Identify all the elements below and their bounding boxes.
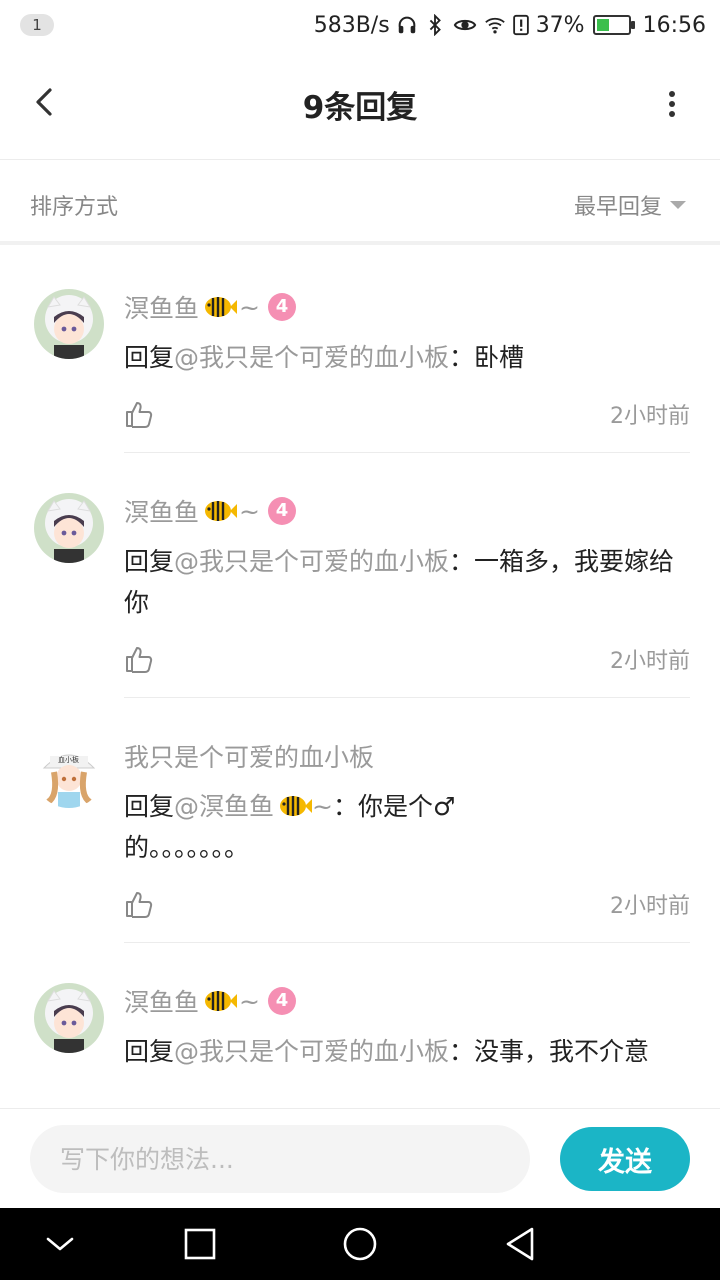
avatar[interactable]: 血小板 (34, 738, 104, 808)
thumbs-up-icon[interactable] (124, 644, 154, 674)
thumbs-up-icon[interactable] (124, 889, 154, 919)
reply-content: 回复@溟鱼鱼 ~：你是个♂ 的。。。。。。。 (124, 786, 690, 868)
avatar[interactable] (34, 289, 104, 359)
comment-input[interactable] (30, 1125, 530, 1193)
thumbs-up-icon[interactable] (124, 399, 154, 429)
reply-username[interactable]: 溟鱼鱼 ~ 4 (124, 981, 690, 1021)
username-text: 我只是个可爱的血小板 (124, 743, 375, 772)
fish-emoji-icon (280, 796, 313, 816)
reply-prefix: 回复 (124, 1037, 175, 1066)
sort-label: 排序方式 (30, 195, 119, 220)
reply-username[interactable]: 溟鱼鱼 ~ 4 (124, 287, 690, 327)
reply-time: 2小时前 (610, 404, 690, 429)
svg-text:血小板: 血小板 (58, 755, 79, 764)
mention-link[interactable]: @我只是个可爱的血小板 (174, 343, 449, 372)
reply-text-line1: 你是个♂ (358, 792, 456, 821)
sort-value: 最早回复 (573, 195, 662, 220)
more-vertical-icon[interactable] (662, 86, 682, 126)
status-bar: 1 583B/s 37% 16:56 (0, 0, 720, 50)
reply-list[interactable]: 溟鱼鱼 ~ 4 回复@我只是个可爱的血小板：卧槽 2小时前 溟鱼鱼 ~ 4 回复… (0, 249, 720, 1107)
username-suffix: ~ (239, 496, 260, 526)
chevron-down-icon[interactable] (40, 1224, 80, 1264)
eye-icon (453, 19, 476, 31)
fish-emoji-icon (205, 297, 238, 317)
reply-content: 回复@我只是个可爱的血小板：一箱多，我要嫁给你 (124, 541, 690, 623)
reply-item: 溟鱼鱼 ~ 4 回复@我只是个可爱的血小板：没事，我不介意 (0, 943, 720, 1072)
recent-apps-icon[interactable] (180, 1224, 220, 1264)
avatar[interactable] (34, 493, 104, 563)
net-speed: 583B/s (313, 12, 390, 38)
sort-bar: 排序方式 最早回复 (0, 161, 720, 245)
reply-prefix: 回复 (124, 792, 175, 821)
reply-colon: ： (449, 343, 475, 372)
reply-text: 没事，我不介意 (474, 1037, 650, 1066)
reply-username[interactable]: 溟鱼鱼 ~ 4 (124, 491, 690, 531)
reply-content: 回复@我只是个可爱的血小板：卧槽 (124, 337, 690, 378)
sort-dropdown[interactable]: 最早回复 (574, 189, 686, 221)
reply-meta: 2小时前 (124, 884, 690, 924)
reply-item: 溟鱼鱼 ~ 4 回复@我只是个可爱的血小板：卧槽 2小时前 (0, 249, 720, 453)
reply-text-line2: 的。。。。。。。 (124, 833, 250, 862)
back-triangle-icon[interactable] (500, 1224, 540, 1264)
reply-text: 卧槽 (474, 343, 525, 372)
avatar[interactable] (34, 983, 104, 1053)
mention-link[interactable]: @我只是个可爱的血小板 (174, 547, 449, 576)
level-badge: 4 (267, 293, 296, 321)
username-suffix: ~ (239, 986, 260, 1016)
reply-colon: ： (332, 792, 358, 821)
page-title: 9条回复 (302, 90, 418, 126)
alert-icon (512, 14, 529, 36)
comment-input-bar: 发送 (0, 1108, 720, 1208)
reply-prefix: 回复 (124, 343, 175, 372)
clock: 16:56 (642, 12, 706, 38)
reply-colon: ： (449, 1037, 475, 1066)
username-text: 溟鱼鱼 (124, 988, 200, 1017)
reply-colon: ： (449, 547, 475, 576)
reply-time: 2小时前 (610, 649, 690, 674)
battery-icon (592, 15, 635, 35)
home-icon[interactable] (340, 1224, 380, 1264)
status-bar-right: 583B/s 37% 16:56 (314, 0, 706, 50)
system-nav-bar (0, 1208, 720, 1280)
battery-percent: 37% (535, 12, 585, 38)
fish-emoji-icon (205, 991, 238, 1011)
reply-meta: 2小时前 (124, 639, 690, 679)
level-badge: 4 (267, 497, 296, 525)
reply-item: 溟鱼鱼 ~ 4 回复@我只是个可爱的血小板：一箱多，我要嫁给你 2小时前 (0, 453, 720, 698)
username-suffix: ~ (239, 292, 260, 322)
reply-item: 血小板 我只是个可爱的血小板 回复@溟鱼鱼 ~：你是个♂ 的。。。。。。。 2小时前 (0, 698, 720, 943)
headphones-icon (398, 16, 416, 34)
reply-time: 2小时前 (610, 894, 690, 919)
username-text: 溟鱼鱼 (124, 294, 200, 323)
battery-level (596, 19, 610, 31)
reply-username[interactable]: 我只是个可爱的血小板 (124, 736, 690, 776)
reply-prefix: 回复 (124, 547, 175, 576)
send-button[interactable]: 发送 (560, 1127, 690, 1191)
reply-meta: 2小时前 (124, 394, 690, 434)
wifi-icon (484, 17, 505, 34)
notification-count-badge: 1 (20, 14, 54, 36)
mention-link[interactable]: @溟鱼鱼 ~ (174, 792, 333, 821)
header: 9条回复 (0, 50, 720, 160)
fish-emoji-icon (205, 501, 238, 521)
level-badge: 4 (267, 987, 296, 1015)
reply-content: 回复@我只是个可爱的血小板：没事，我不介意 (124, 1031, 690, 1072)
caret-down-icon (670, 201, 686, 209)
mention-link[interactable]: @我只是个可爱的血小板 (174, 1037, 449, 1066)
mention-suffix: ~ (312, 792, 333, 821)
username-text: 溟鱼鱼 (124, 498, 200, 527)
bluetooth-icon (429, 14, 441, 36)
mention-text: @溟鱼鱼 (174, 792, 275, 821)
